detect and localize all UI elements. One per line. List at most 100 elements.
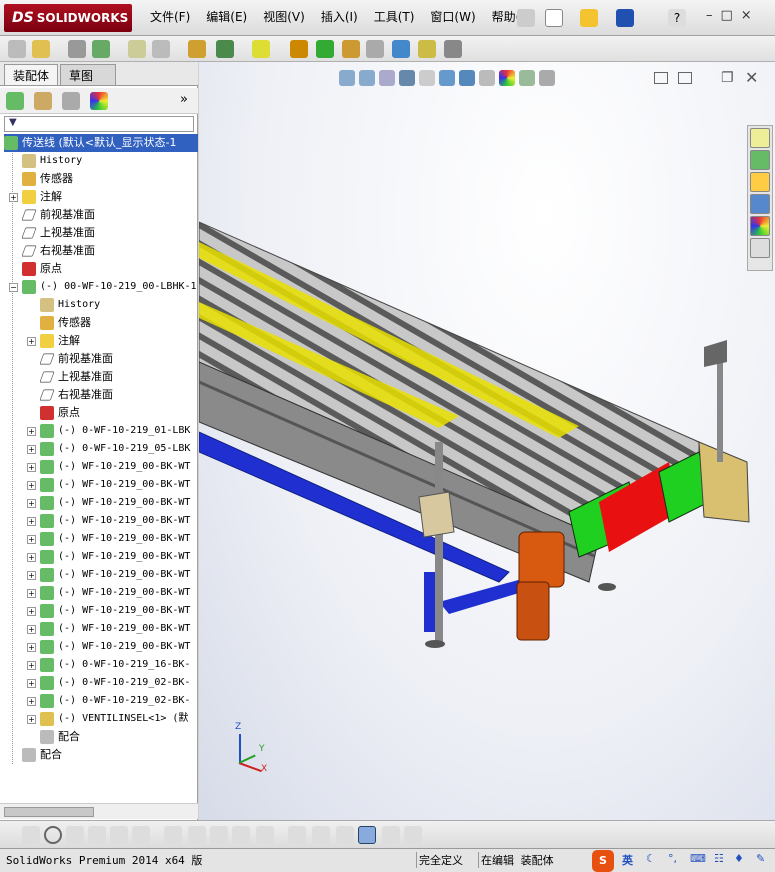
minimize-button[interactable]: – xyxy=(706,8,713,23)
display-manager-icon[interactable] xyxy=(90,92,108,110)
tree-item[interactable]: 上视基准面 xyxy=(22,224,198,242)
open-folder-icon[interactable] xyxy=(580,9,598,27)
expand-toggle-icon[interactable]: + xyxy=(27,661,36,670)
tree-item[interactable]: History xyxy=(40,296,198,314)
tree-item[interactable]: 原点 xyxy=(40,404,198,422)
tree-item[interactable]: (-) WF-10-219_00-BK-WT xyxy=(40,566,198,584)
expand-toggle-icon[interactable]: − xyxy=(9,283,18,292)
mate-icon[interactable] xyxy=(68,40,86,58)
polygon-icon[interactable] xyxy=(88,826,106,844)
angle-icon[interactable] xyxy=(132,826,150,844)
ime-moon-icon[interactable]: ☾ xyxy=(646,852,656,865)
ime-tools-icon[interactable]: ✎ xyxy=(756,852,765,865)
circle-icon[interactable] xyxy=(44,826,62,844)
menu-window[interactable]: 窗口(W) xyxy=(430,8,475,25)
linear-pattern-icon[interactable] xyxy=(92,40,110,58)
expand-toggle-icon[interactable]: + xyxy=(27,337,36,346)
hole-alignment-icon[interactable] xyxy=(444,40,462,58)
property-manager-icon[interactable] xyxy=(34,92,52,110)
conveyor-model[interactable] xyxy=(199,62,775,820)
tree-item-mates[interactable]: 配合 xyxy=(40,728,198,746)
tree-item[interactable]: (-) 0-WF-10-219_02-BK- xyxy=(40,674,198,692)
ime-logo-icon[interactable]: S xyxy=(592,850,614,872)
menu-file[interactable]: 文件(F) xyxy=(150,8,190,25)
bill-of-materials-icon[interactable] xyxy=(316,40,334,58)
ime-keyboard-icon[interactable]: ⌨ xyxy=(690,852,706,865)
tree-item[interactable]: (-) WF-10-219_00-BK-WT xyxy=(40,620,198,638)
tab-assembly[interactable]: 装配体 xyxy=(4,64,59,85)
maximize-button[interactable]: □ xyxy=(721,8,733,23)
view-palette-icon[interactable] xyxy=(750,194,770,214)
expand-toggle-icon[interactable]: + xyxy=(27,481,36,490)
solidworks-logo[interactable]: DS SOLIDWORKS xyxy=(4,4,132,32)
graphics-area[interactable]: ❐ ✕ Z Y X xyxy=(199,62,775,820)
tree-item[interactable]: History xyxy=(22,152,198,170)
dimension-icon[interactable] xyxy=(288,826,306,844)
expand-toggle-icon[interactable]: + xyxy=(27,625,36,634)
filter-icon[interactable]: ▼ xyxy=(9,117,17,128)
tree-item[interactable]: 传感器 xyxy=(40,314,198,332)
expand-toggle-icon[interactable]: + xyxy=(27,535,36,544)
new-part-icon[interactable] xyxy=(32,40,50,58)
tree-item[interactable]: 右视基准面 xyxy=(22,242,198,260)
tab-sketch[interactable]: 草图 xyxy=(60,64,116,85)
ime-language[interactable]: 英 xyxy=(622,852,633,868)
tree-root-assembly[interactable]: 传送线 (默认<默认_显示状态-1 xyxy=(4,134,198,152)
tree-item[interactable]: (-) 0-WF-10-219_02-BK- xyxy=(40,692,198,710)
expand-toggle-icon[interactable]: + xyxy=(27,463,36,472)
tree-item[interactable]: (-) WF-10-219_00-BK-WT xyxy=(40,548,198,566)
tree-item[interactable]: (-) WF-10-219_00-BK-WT xyxy=(40,476,198,494)
design-library-icon[interactable] xyxy=(750,150,770,170)
scrollbar-thumb[interactable] xyxy=(4,807,94,817)
new-motion-study-icon[interactable] xyxy=(290,40,308,58)
expand-toggle-icon[interactable]: + xyxy=(27,607,36,616)
corner-rectangle-icon[interactable] xyxy=(232,826,250,844)
move-component-icon[interactable] xyxy=(152,40,170,58)
exploded-view-icon[interactable] xyxy=(342,40,360,58)
clearance-verification-icon[interactable] xyxy=(418,40,436,58)
expand-toggle-icon[interactable]: + xyxy=(27,553,36,562)
expand-toggle-icon[interactable]: + xyxy=(27,715,36,724)
interference-detection-icon[interactable] xyxy=(392,40,410,58)
smart-fasteners-icon[interactable] xyxy=(128,40,146,58)
line-icon[interactable] xyxy=(66,826,84,844)
expand-toggle-icon[interactable]: + xyxy=(27,445,36,454)
custom-properties-icon[interactable] xyxy=(750,238,770,258)
shaded-view-icon[interactable] xyxy=(358,826,376,844)
file-explorer-icon[interactable] xyxy=(750,172,770,192)
new-document-icon[interactable] xyxy=(545,9,563,27)
expand-toggle-icon[interactable]: + xyxy=(9,193,18,202)
appearances-icon[interactable] xyxy=(750,216,770,236)
expand-toggle-icon[interactable]: + xyxy=(27,697,36,706)
offset-icon[interactable] xyxy=(210,826,228,844)
ime-menu-icon[interactable]: ☷ xyxy=(714,852,724,865)
expand-toggle-icon[interactable]: + xyxy=(27,589,36,598)
mirror-icon[interactable] xyxy=(188,826,206,844)
tree-item[interactable]: 前视基准面 xyxy=(22,206,198,224)
tree-item[interactable]: (-) 0-WF-10-219_16-BK- xyxy=(40,656,198,674)
expand-toggle-icon[interactable]: + xyxy=(27,643,36,652)
table-view-icon[interactable] xyxy=(404,826,422,844)
tree-item-mates[interactable]: 配合 xyxy=(22,746,198,764)
tree-item[interactable]: (-) VENTILINSEL<1> (默 xyxy=(40,710,198,728)
tree-item[interactable]: (-) WF-10-219_00-BK-WT xyxy=(40,458,198,476)
ime-punctuation-icon[interactable]: °, xyxy=(668,852,677,865)
pin-icon[interactable] xyxy=(517,9,535,27)
tree-item[interactable]: (-) WF-10-219_00-BK-WT xyxy=(40,584,198,602)
menu-edit[interactable]: 编辑(E) xyxy=(206,8,247,25)
grid-icon[interactable] xyxy=(312,826,330,844)
configuration-manager-icon[interactable] xyxy=(62,92,80,110)
expand-toggle-icon[interactable]: + xyxy=(27,517,36,526)
tree-item[interactable]: (-) 0-WF-10-219_05-LBK xyxy=(40,440,198,458)
tree-item[interactable]: (-) WF-10-219_00-BK-WT xyxy=(40,530,198,548)
save-icon[interactable] xyxy=(616,9,634,27)
sketch-fillet-icon[interactable] xyxy=(164,826,182,844)
trim-icon[interactable] xyxy=(110,826,128,844)
tree-item[interactable]: 右视基准面 xyxy=(40,386,198,404)
expand-toggle-icon[interactable]: + xyxy=(27,427,36,436)
horizontal-scrollbar[interactable] xyxy=(0,803,198,819)
tree-item[interactable]: (-) 00-WF-10-219_00-LBHK-1 xyxy=(22,278,198,296)
tree-item[interactable]: 注解 xyxy=(22,188,198,206)
expand-chevron-icon[interactable]: » xyxy=(180,92,188,107)
tree-item[interactable]: (-) WF-10-219_00-BK-WT xyxy=(40,494,198,512)
